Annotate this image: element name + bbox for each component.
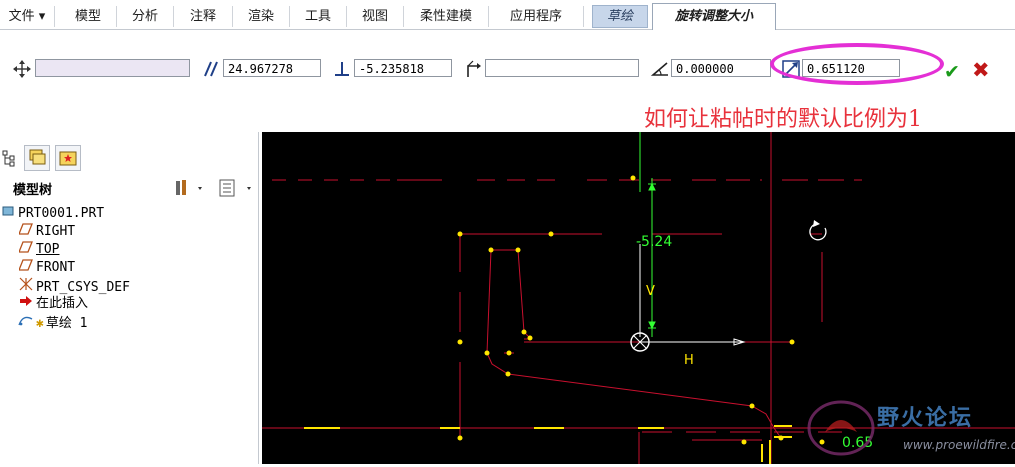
angle-icon (650, 62, 668, 76)
move-icon (13, 60, 31, 78)
tree-item-label: TOP (36, 242, 60, 257)
tab-file[interactable]: 文件 ▾ (0, 6, 55, 27)
tree-item-label: RIGHT (36, 224, 76, 239)
angle-field[interactable]: 0.000000 (671, 59, 771, 77)
highlight-circle (770, 43, 944, 85)
tab-tools[interactable]: 工具 (290, 6, 347, 27)
part-icon (0, 205, 16, 222)
question-annotation: 如何让粘帖时的默认比例为1 (644, 107, 922, 132)
model-tree-panel: 模型树 PRT0001.PRT RIGHT TOP FRONT PRT_CSYS… (0, 132, 259, 464)
sketch-icon (18, 313, 34, 332)
reference-field[interactable] (485, 59, 639, 77)
tree-columns-icon[interactable] (218, 178, 254, 198)
tab-rotate-resize[interactable]: 旋转调整大小 (652, 3, 776, 31)
datum-plane-icon (18, 259, 34, 276)
tab-render[interactable]: 渲染 (233, 6, 290, 27)
h-axis-label: H (684, 353, 694, 368)
dimension-v-value[interactable]: -5.24 (636, 234, 672, 250)
tab-model[interactable]: 模型 (60, 6, 117, 27)
perpendicular-field[interactable]: -5.235818 (354, 59, 452, 77)
tree-tab-icon[interactable] (0, 148, 20, 168)
tree-item-label: 在此插入 (36, 296, 89, 311)
datum-plane-icon (18, 241, 34, 258)
sketch-mark-icon: ✱ (36, 316, 44, 331)
forum-watermark: 野火论坛 www.proewildfire.cn (803, 394, 1015, 464)
datum-plane-icon (18, 223, 34, 240)
folder-star-icon (59, 151, 77, 166)
insert-arrow-icon (18, 295, 34, 312)
watermark-url: www.proewildfire.cn (903, 438, 1015, 452)
tab-applications[interactable]: 应用程序 (489, 6, 584, 27)
tree-item-label: 草绘 1 (45, 316, 88, 331)
tree-item-sketch[interactable]: ✱ 草绘 1 (18, 313, 88, 332)
tree-item-part[interactable]: PRT0001.PRT (0, 205, 104, 222)
folder-layers-icon (29, 149, 46, 165)
tree-item-label: FRONT (36, 260, 76, 275)
cancel-x-button[interactable]: ✖ (972, 58, 990, 82)
v-axis-label: V (646, 284, 655, 299)
tree-item-insert-here[interactable]: 在此插入 (18, 295, 88, 312)
tab-flexible-modeling[interactable]: 柔性建模 (404, 6, 489, 27)
layer-tab[interactable] (24, 145, 50, 171)
tab-view[interactable]: 视图 (347, 6, 404, 27)
tab-sketch[interactable]: 草绘 (592, 5, 648, 28)
favorites-tab[interactable] (55, 145, 81, 171)
tree-item-label: PRT0001.PRT (18, 206, 105, 221)
watermark-title: 野火论坛 (877, 406, 974, 431)
perpendicular-icon (335, 62, 349, 76)
confirm-checkmark-button[interactable]: ✔ (944, 61, 960, 83)
tree-item-front[interactable]: FRONT (18, 259, 75, 276)
tab-analysis[interactable]: 分析 (117, 6, 174, 27)
reference-icon (467, 60, 481, 77)
parallel-icon (204, 61, 218, 77)
parallel-field[interactable]: 24.967278 (223, 59, 321, 77)
move-field[interactable] (35, 59, 190, 77)
tab-annotate[interactable]: 注释 (174, 6, 233, 27)
tree-item-top[interactable]: TOP (18, 241, 59, 258)
tree-settings-icon[interactable] (174, 178, 204, 198)
model-tree-title: 模型树 (13, 183, 53, 198)
ribbon-tab-bar: 文件 ▾ 模型 分析 注释 渲染 工具 视图 柔性建模 应用程序 草绘 旋转调整… (0, 0, 1015, 31)
csys-icon (18, 277, 34, 296)
tree-item-label: PRT_CSYS_DEF (36, 280, 130, 295)
rotate-handle[interactable] (809, 223, 827, 241)
tree-item-csys[interactable]: PRT_CSYS_DEF (18, 277, 130, 296)
tree-item-right[interactable]: RIGHT (18, 223, 75, 240)
